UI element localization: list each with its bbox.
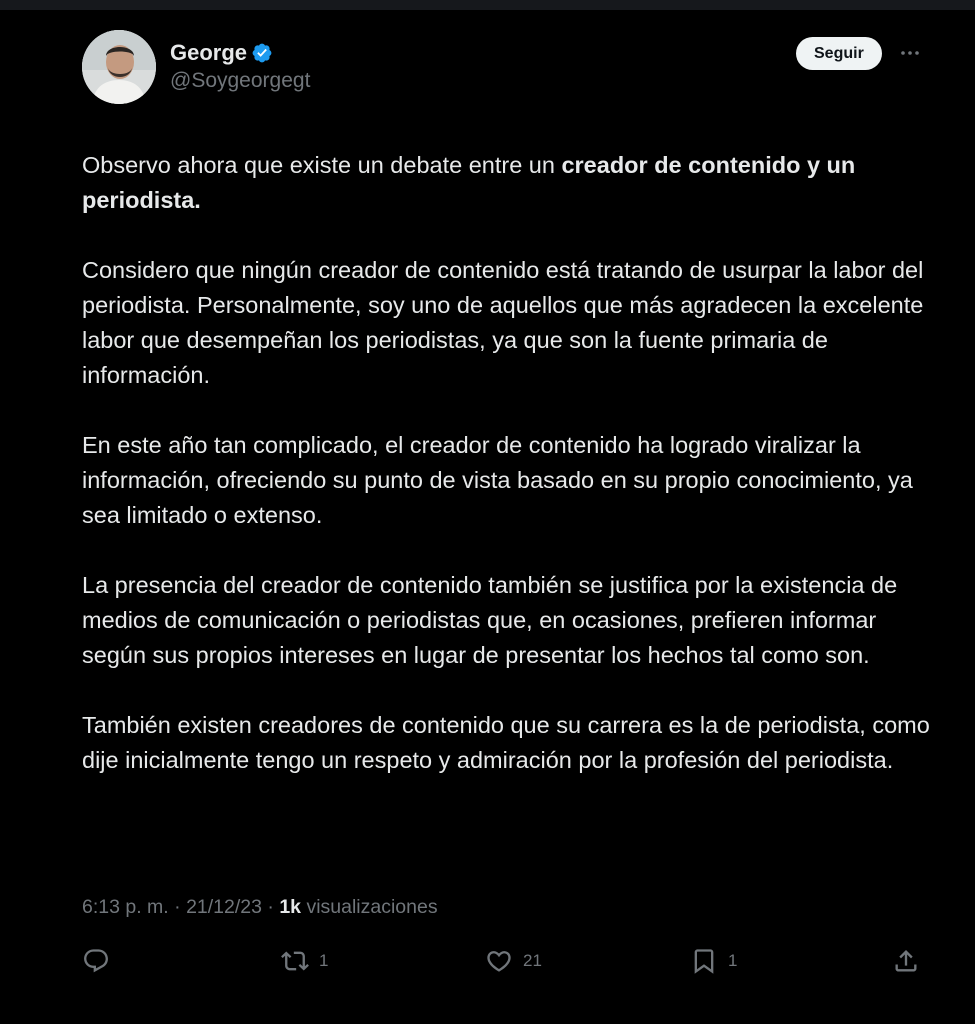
tweet-paragraph: En este año tan complicado, el creador d… [82, 432, 913, 528]
tweet-text: Observo ahora que existe un debate entre… [82, 148, 932, 778]
tweet-paragraph: Observo ahora que existe un debate entre… [82, 148, 932, 218]
paragraph-text: Observo ahora que existe un debate entre… [82, 152, 562, 178]
retweet-icon [281, 947, 309, 975]
reply-button[interactable] [82, 947, 110, 975]
verified-badge-icon[interactable] [251, 42, 273, 64]
author-info: George @Soygeorgegt [170, 39, 310, 93]
top-strip [0, 0, 975, 10]
bookmark-button[interactable]: 1 [690, 947, 737, 975]
tweet: George @Soygeorgegt Seguir Observo ahora… [82, 30, 930, 778]
views-count: 1k [279, 896, 302, 918]
author-handle[interactable]: @Soygeorgegt [170, 69, 310, 93]
tweet-header: George @Soygeorgegt Seguir [82, 30, 922, 106]
retweet-button[interactable]: 1 [281, 947, 328, 975]
like-button[interactable]: 21 [485, 947, 542, 975]
views-label: visualizaciones [306, 896, 438, 918]
share-icon [892, 947, 920, 975]
author-name[interactable]: George [170, 40, 247, 66]
tweet-date[interactable]: 21/12/23 [186, 896, 262, 918]
reply-icon [82, 947, 110, 975]
meta-separator: · [174, 896, 181, 918]
share-button[interactable] [892, 947, 920, 975]
like-count: 21 [523, 951, 542, 970]
tweet-time[interactable]: 6:13 p. m. [82, 896, 169, 918]
avatar[interactable] [82, 30, 156, 104]
tweet-actions: 1 21 1 [82, 947, 922, 977]
bookmark-count: 1 [728, 951, 738, 970]
bookmark-icon [690, 947, 718, 975]
avatar-image [82, 30, 156, 104]
tweet-meta: 6:13 p. m. · 21/12/23 · 1k visualizacion… [82, 896, 438, 919]
tweet-paragraph: También existen creadores de contenido q… [82, 712, 930, 773]
tweet-paragraph: Considero que ningún creador de contenid… [82, 257, 924, 388]
tweet-paragraph: La presencia del creador de contenido ta… [82, 572, 898, 668]
heart-icon [485, 947, 513, 975]
follow-button[interactable]: Seguir [796, 37, 882, 70]
meta-separator: · [267, 896, 274, 918]
retweet-count: 1 [319, 951, 329, 970]
more-options-icon[interactable] [897, 40, 923, 66]
